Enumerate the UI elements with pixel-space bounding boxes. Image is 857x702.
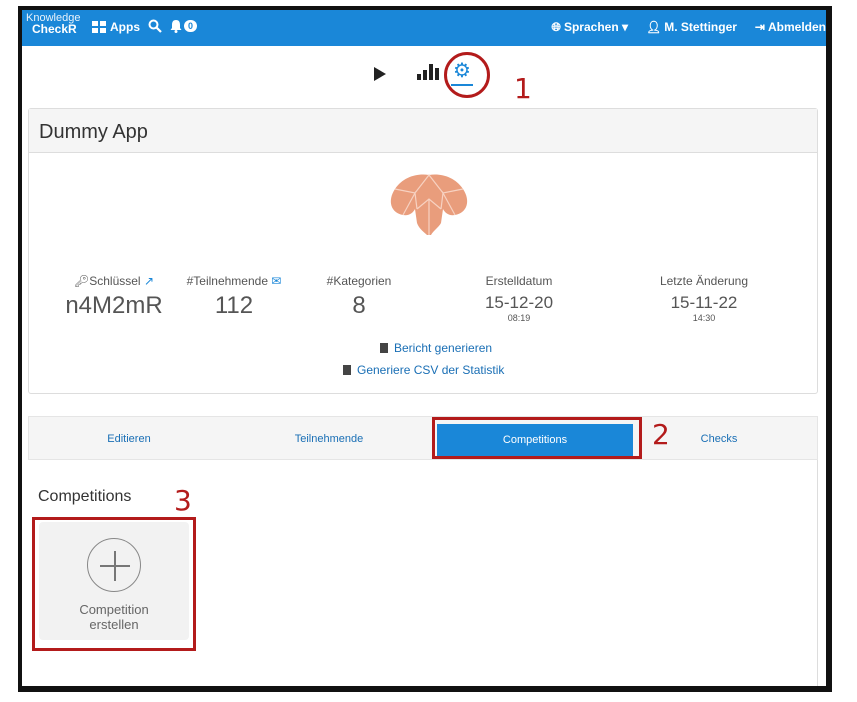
app-info-panel: Dummy App 🔑︎Schlüssel ↗ n4M2mR #Teilnehm…	[28, 108, 818, 394]
language-dropdown[interactable]: 🌐︎ Sprachen ▾	[551, 20, 628, 35]
notification-badge: 0	[184, 20, 198, 32]
csv-link[interactable]: Generiere CSV der Statistik	[343, 363, 504, 377]
elephant-logo	[390, 174, 468, 235]
changed-date: 15-11-22	[670, 293, 738, 312]
bell-icon	[170, 20, 182, 33]
envelope-icon[interactable]: ✉	[271, 274, 281, 288]
stats-icon[interactable]	[417, 64, 439, 80]
annotation-box-3	[32, 517, 196, 651]
content-border	[817, 460, 818, 686]
tab-teilnehmende[interactable]: Teilnehmende	[229, 417, 429, 461]
external-link-icon[interactable]: ↗	[144, 274, 154, 288]
apps-label: Apps	[110, 20, 140, 34]
brand-logo[interactable]: Knowledge CheckR	[26, 13, 80, 36]
categories-value: 8	[352, 292, 366, 319]
file-icon	[380, 343, 388, 353]
stat-categories: #Kategorien 8	[309, 274, 409, 320]
app-toolbar: ⚙︎	[22, 60, 826, 92]
annotation-circle-1	[444, 52, 490, 98]
user-icon: 👤︎	[646, 20, 662, 34]
stat-participants: #Teilnehmende ✉ 112	[179, 274, 289, 320]
notifications-button[interactable]: 0	[170, 19, 198, 33]
tab-bar: Editieren Teilnehmende Competitions Chec…	[28, 416, 818, 460]
stat-key: 🔑︎Schlüssel ↗ n4M2mR	[59, 274, 169, 320]
apps-menu[interactable]: Apps	[92, 20, 140, 34]
annotation-number-1: 1	[514, 72, 532, 105]
annotation-number-3: 3	[174, 484, 192, 517]
stat-last-changed: Letzte Änderung 15-11-22 14:30	[639, 274, 769, 323]
logout-button[interactable]: ⇥ Abmelden	[755, 20, 826, 35]
created-time: 08:19	[507, 313, 531, 323]
user-menu[interactable]: 👤︎ M. Stettinger	[646, 20, 737, 35]
app-frame: Knowledge CheckR Apps 0 🌐︎ Sprachen ▾ 👤︎ M…	[18, 6, 832, 692]
search-icon[interactable]	[148, 19, 162, 36]
created-date: 15-12-20	[484, 293, 554, 312]
competitions-heading: Competitions	[38, 488, 132, 505]
play-icon[interactable]	[374, 67, 386, 81]
app-title: Dummy App	[29, 109, 817, 153]
caret-down-icon: ▾	[618, 20, 629, 34]
globe-icon: 🌐︎	[551, 20, 561, 34]
tab-editieren[interactable]: Editieren	[29, 417, 229, 461]
annotation-number-2: 2	[652, 418, 670, 451]
report-link[interactable]: Bericht generieren	[380, 341, 492, 355]
grid-icon	[92, 21, 106, 33]
stat-created: Erstelldatum 15-12-20 08:19	[459, 274, 579, 323]
logout-icon: ⇥	[754, 20, 765, 34]
file-icon	[343, 365, 351, 375]
annotation-box-2	[432, 417, 642, 459]
key-value: n4M2mR	[65, 292, 163, 319]
key-icon: 🔑︎	[74, 274, 90, 288]
participants-value: 112	[214, 292, 254, 319]
changed-time: 14:30	[692, 313, 716, 323]
navbar: Knowledge CheckR Apps 0 🌐︎ Sprachen ▾ 👤︎ M…	[22, 10, 826, 46]
